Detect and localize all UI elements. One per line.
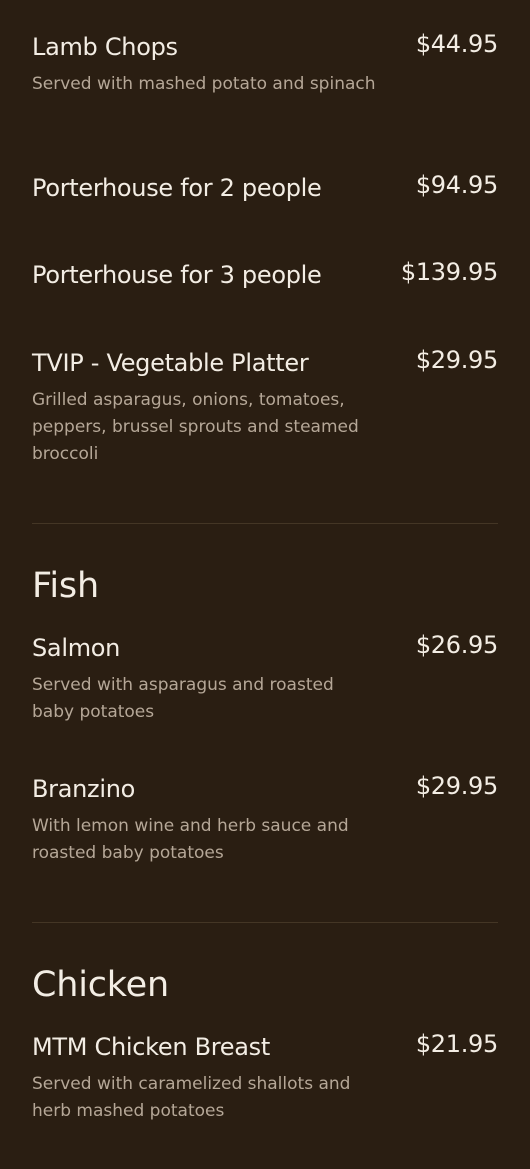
item-price: $94.95 — [415, 171, 498, 199]
item-name: Porterhouse for 2 people — [32, 174, 322, 202]
section-heading-chicken: Chicken — [32, 965, 169, 1005]
item-description: Grilled asparagus, onions, tomatoes, pep… — [32, 390, 359, 464]
section-heading-fish: Fish — [32, 566, 99, 606]
item-name: Salmon — [32, 634, 121, 662]
item-price: $44.95 — [415, 30, 498, 58]
item-description: Served with asparagus and roasted baby p… — [32, 675, 334, 722]
item-name: Lamb Chops — [32, 33, 178, 61]
item-price: $26.95 — [415, 631, 498, 659]
item-price: $29.95 — [415, 346, 498, 374]
item-name: Porterhouse for 3 people — [32, 261, 322, 289]
item-name: MTM Chicken Breast — [32, 1033, 270, 1061]
section-divider — [32, 523, 498, 524]
item-description: Served with caramelized shallots and her… — [32, 1074, 351, 1121]
item-price: $139.95 — [400, 258, 498, 286]
item-price: $29.95 — [415, 772, 498, 800]
item-name: Branzino — [32, 775, 136, 803]
item-name: TVIP - Vegetable Platter — [32, 349, 309, 377]
item-description: Served with mashed potato and spinach — [32, 74, 376, 94]
item-price: $21.95 — [415, 1030, 498, 1058]
section-divider — [32, 922, 498, 923]
item-description: With lemon wine and herb sauce and roast… — [32, 816, 349, 863]
